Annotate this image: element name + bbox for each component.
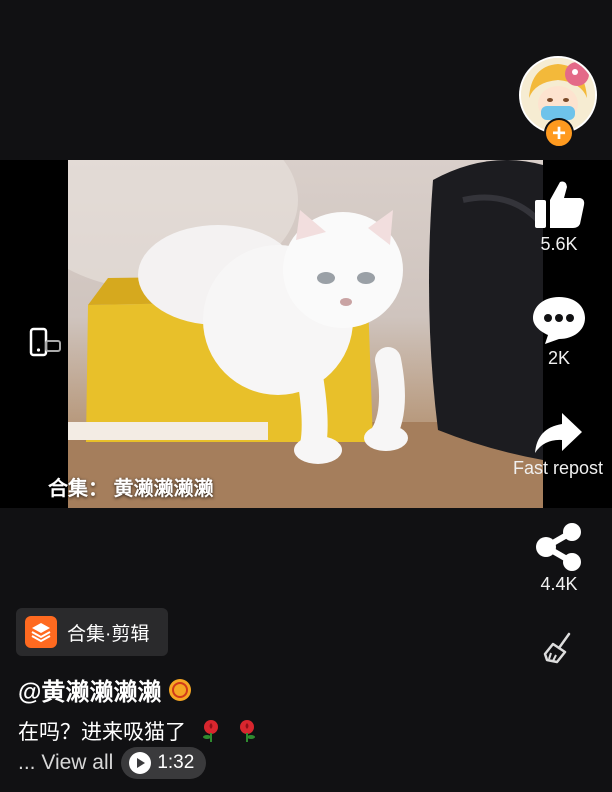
clean-mode-button[interactable] — [519, 628, 599, 668]
repost-arrow-icon — [535, 413, 582, 453]
video-description: 在吗？进来吸猫了 — [18, 716, 258, 746]
video-collection-caption: 合集： 黄濑濑濑濑 — [48, 478, 214, 500]
share-button[interactable]: 4.4K — [519, 522, 599, 595]
duration-pill[interactable]: 1:32 — [121, 747, 207, 779]
comment-bubble-icon — [533, 297, 585, 344]
duration-text: 1:32 — [157, 752, 195, 773]
rose-emoji-icon — [240, 720, 255, 742]
rose-emoji-icon — [203, 720, 218, 742]
description-text: 在吗？进来吸猫了 — [18, 721, 186, 744]
verified-badge-icon — [169, 678, 192, 701]
fast-repost-label: Fast repost — [512, 458, 604, 478]
share-nodes-icon — [536, 523, 581, 571]
video-frame[interactable] — [68, 160, 543, 508]
comment-count: 2K — [547, 348, 571, 368]
username-text: @黄濑濑濑濑 — [18, 679, 162, 706]
share-count: 4.4K — [540, 574, 578, 594]
like-count: 5.6K — [540, 234, 578, 254]
creator-username[interactable]: @黄濑濑濑濑 — [18, 672, 192, 707]
collection-chip[interactable]: 合集·剪辑 — [16, 608, 168, 656]
like-button[interactable]: 5.6K — [519, 178, 599, 255]
play-icon — [129, 752, 152, 774]
fast-repost-button[interactable]: Fast repost — [503, 410, 612, 479]
view-all-link[interactable]: ... View all — [18, 751, 113, 775]
comment-button[interactable]: 2K — [519, 294, 599, 369]
follow-button[interactable]: + — [544, 118, 574, 148]
broom-icon — [543, 632, 571, 664]
rotate-screen-icon[interactable] — [28, 326, 64, 358]
layers-icon — [25, 616, 57, 648]
collection-label: 合集·剪辑 — [67, 623, 150, 645]
view-all-row: ... View all 1:32 — [18, 747, 207, 779]
thumbs-up-icon — [535, 181, 585, 228]
